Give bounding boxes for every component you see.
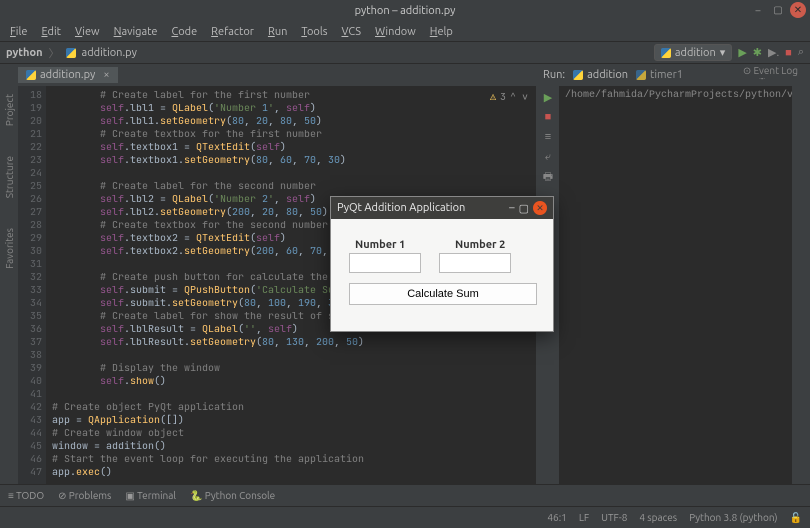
- print-icon[interactable]: 🖶: [541, 170, 555, 184]
- run-layout-icon[interactable]: ≡: [541, 130, 555, 144]
- menu-navigate[interactable]: Navigate: [108, 24, 164, 40]
- window-minimize-button[interactable]: –: [750, 2, 766, 18]
- window-titlebar: python – addition.py – ▢ ✕: [0, 0, 810, 22]
- navigation-bar: python 〉 addition.py addition ▾ ▶ ✱ ▶. ■…: [0, 42, 810, 64]
- breadcrumb-file[interactable]: addition.py: [82, 47, 137, 59]
- status-lock-icon[interactable]: 🔓: [790, 512, 802, 524]
- bottom-tool-bar: ≡ TODO ⊘ Problems ▣ Terminal 🐍 Python Conso…: [0, 484, 810, 506]
- search-everywhere-icon[interactable]: ⌕: [798, 46, 804, 59]
- status-encoding[interactable]: UTF-8: [601, 512, 627, 523]
- status-bar: 46:1 LF UTF-8 4 spaces Python 3.8 (pytho…: [0, 506, 810, 528]
- bottom-tab-terminal[interactable]: ▣ Terminal: [125, 490, 176, 502]
- run-more-icon[interactable]: ▶.: [768, 46, 779, 59]
- menu-vcs[interactable]: VCS: [336, 24, 368, 40]
- debug-button-icon[interactable]: ✱: [753, 46, 762, 59]
- left-tool-strip: Project Structure Favorites: [0, 64, 18, 484]
- pyqt-minimize-icon[interactable]: –: [509, 202, 514, 214]
- status-indent[interactable]: 4 spaces: [639, 512, 677, 523]
- pyqt-titlebar[interactable]: PyQt Addition Application – ▢ ✕: [331, 197, 553, 219]
- menubar: FileEditViewNavigateCodeRefactorRunTools…: [0, 22, 810, 42]
- menu-run[interactable]: Run: [262, 24, 293, 40]
- python-file-icon: [66, 48, 76, 58]
- run-config-label: addition: [675, 47, 716, 59]
- pyqt-window-title: PyQt Addition Application: [337, 202, 465, 214]
- menu-edit[interactable]: Edit: [35, 24, 67, 40]
- status-caret-pos[interactable]: 46:1: [547, 512, 566, 523]
- tool-tab-structure[interactable]: Structure: [4, 156, 15, 198]
- menu-code[interactable]: Code: [165, 24, 203, 40]
- run-tool-window: Run: addition timer1 ⚙ — ▶ ■ ≡ ⤶ 🖶 /home…: [536, 64, 792, 484]
- label-number-1: Number 1: [355, 239, 425, 251]
- input-number-1[interactable]: [349, 253, 421, 273]
- menu-window[interactable]: Window: [369, 24, 422, 40]
- editor-tab-label: addition.py: [40, 69, 95, 81]
- window-close-button[interactable]: ✕: [790, 2, 806, 18]
- right-tool-strip: [792, 64, 810, 484]
- label-number-2: Number 2: [455, 239, 525, 251]
- menu-help[interactable]: Help: [424, 24, 459, 40]
- tool-tab-project[interactable]: Project: [4, 94, 15, 126]
- rerun-icon[interactable]: ▶: [541, 90, 555, 104]
- soft-wrap-icon[interactable]: ⤶: [541, 150, 555, 164]
- bottom-tab-python-console[interactable]: 🐍 Python Console: [190, 490, 275, 502]
- menu-file[interactable]: File: [4, 24, 33, 40]
- menu-refactor[interactable]: Refactor: [205, 24, 260, 40]
- close-tab-icon[interactable]: ×: [103, 69, 109, 81]
- run-label: Run:: [543, 69, 565, 81]
- calculate-sum-button[interactable]: Calculate Sum: [349, 283, 537, 305]
- run-config-selector[interactable]: addition ▾: [654, 44, 732, 61]
- stop-button-icon[interactable]: ■: [785, 47, 792, 59]
- status-interpreter[interactable]: Python 3.8 (python): [689, 512, 777, 523]
- pyqt-maximize-icon[interactable]: ▢: [519, 202, 529, 215]
- input-number-2[interactable]: [439, 253, 511, 273]
- run-button-icon[interactable]: ▶: [738, 46, 746, 59]
- inspection-badge[interactable]: ⚠3^ ∨: [490, 90, 528, 103]
- pyqt-app-window: PyQt Addition Application – ▢ ✕ Number 1…: [330, 196, 554, 332]
- menu-view[interactable]: View: [69, 24, 106, 40]
- editor-tab-addition[interactable]: addition.py ×: [18, 67, 118, 83]
- stop-process-icon[interactable]: ■: [541, 110, 555, 124]
- tool-tab-favorites[interactable]: Favorites: [4, 228, 15, 269]
- run-tab-timer1[interactable]: timer1: [636, 69, 683, 81]
- window-title: python – addition.py: [355, 5, 456, 17]
- bottom-tab-problems[interactable]: ⊘ Problems: [58, 490, 111, 502]
- breadcrumb-root[interactable]: python: [6, 47, 43, 59]
- editor-tab-row: addition.py ×: [18, 64, 536, 86]
- status-line-separator[interactable]: LF: [579, 512, 589, 523]
- python-file-icon: [26, 70, 36, 80]
- run-tab-addition[interactable]: addition: [573, 69, 628, 81]
- bottom-tab-todo[interactable]: ≡ TODO: [8, 490, 44, 502]
- run-output[interactable]: /home/fahmida/PycharmProjects/python/ven…: [559, 86, 792, 484]
- pyqt-close-icon[interactable]: ✕: [533, 201, 547, 215]
- event-log-button[interactable]: ⊙ Event Log: [737, 64, 804, 78]
- run-config-icon: [661, 48, 671, 58]
- window-maximize-button[interactable]: ▢: [770, 2, 786, 18]
- menu-tools[interactable]: Tools: [295, 24, 333, 40]
- editor-gutter: 1819202122232425262728293031323334353637…: [18, 86, 46, 484]
- chevron-down-icon: ▾: [720, 46, 726, 59]
